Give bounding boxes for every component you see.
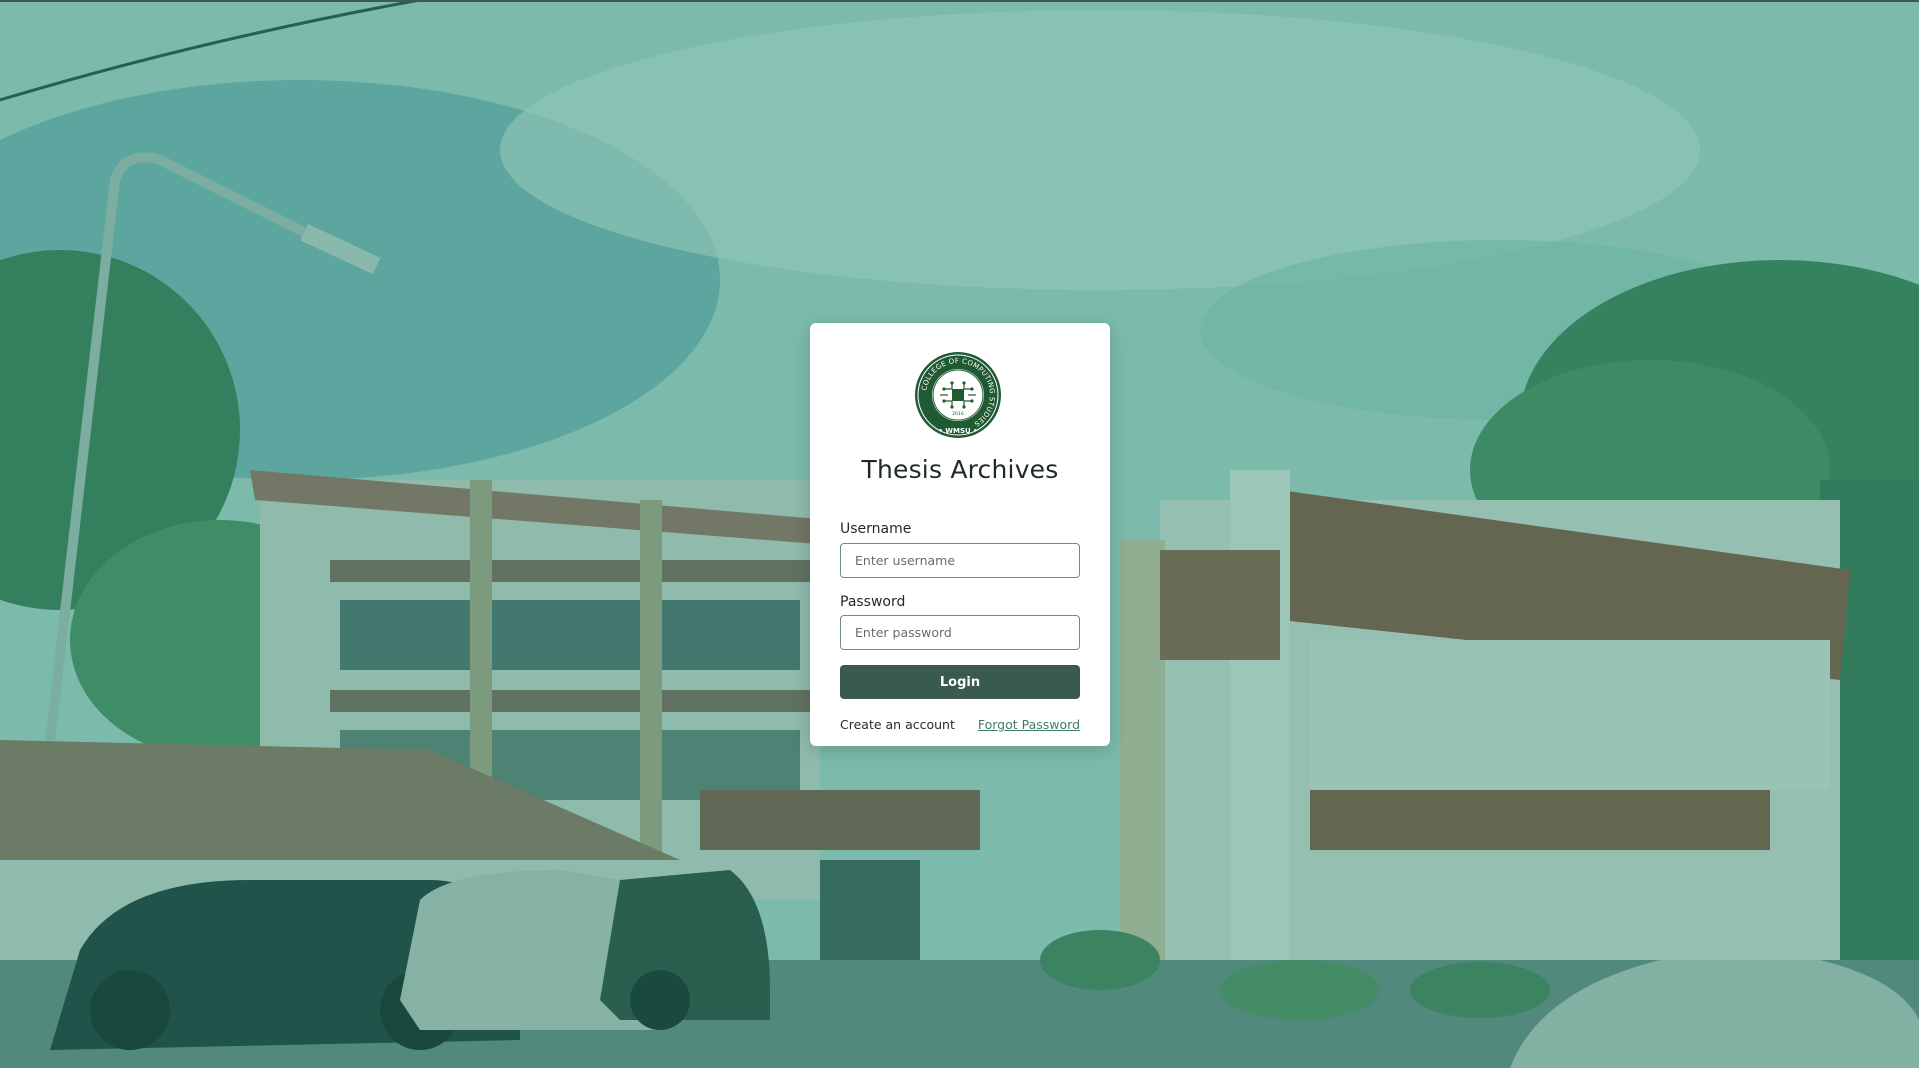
forgot-password-link[interactable]: Forgot Password bbox=[978, 717, 1080, 732]
login-card: 2016 COLLEGE OF COMPUTING STUDIES • WMSU… bbox=[810, 323, 1110, 746]
login-button[interactable]: Login bbox=[840, 665, 1080, 699]
page-title: Thesis Archives bbox=[861, 455, 1059, 484]
top-border bbox=[0, 0, 1919, 2]
username-label: Username bbox=[840, 521, 912, 537]
username-input[interactable] bbox=[840, 543, 1080, 578]
password-label: Password bbox=[840, 594, 906, 610]
password-input[interactable] bbox=[840, 615, 1080, 650]
college-seal-logo: 2016 COLLEGE OF COMPUTING STUDIES • WMSU… bbox=[914, 351, 1002, 439]
create-account-link[interactable]: Create an account bbox=[840, 717, 955, 732]
svg-text:2016: 2016 bbox=[952, 411, 964, 417]
svg-text:• WMSU •: • WMSU • bbox=[938, 427, 977, 435]
